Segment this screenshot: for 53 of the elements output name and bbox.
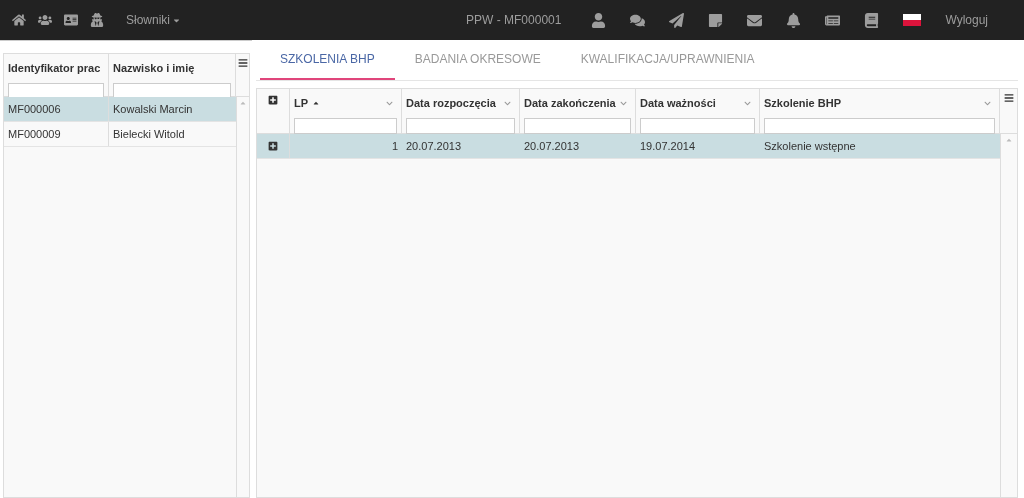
user-icon[interactable] — [591, 12, 607, 28]
column-title: Data zakończenia — [524, 96, 616, 111]
column-header[interactable]: Identyfikator prac — [4, 54, 109, 96]
book-icon[interactable] — [864, 12, 880, 28]
column-title: Szkolenie BHP — [764, 96, 842, 111]
user-label: PPW - MF000001 — [466, 12, 562, 29]
comments-icon[interactable] — [630, 12, 646, 28]
table-cell-text: 1 — [390, 138, 399, 154]
column-title: LP — [294, 96, 309, 111]
column-title: Data rozpoczęcia — [406, 96, 496, 111]
table-cell: MF000006 — [4, 97, 109, 121]
user-secret-icon[interactable] — [90, 13, 104, 27]
filter-field[interactable] — [8, 82, 104, 99]
expand-all-icon[interactable] — [268, 95, 278, 105]
column-header[interactable]: Data rozpoczęcia — [402, 89, 520, 133]
employee-row[interactable]: MF000006 Kowalski Marcin — [4, 97, 236, 122]
logout-link[interactable]: Wyloguj — [945, 11, 988, 29]
column-title: Identyfikator prac — [8, 61, 101, 76]
filter-field[interactable] — [406, 117, 515, 134]
bell-icon[interactable] — [786, 12, 802, 28]
column-header[interactable]: LP — [290, 89, 402, 133]
note-icon[interactable] — [708, 12, 724, 28]
filter-field[interactable] — [294, 117, 397, 134]
table-cell-text: Szkolenie wstępne — [763, 138, 857, 154]
filter-field[interactable] — [640, 117, 755, 134]
menu-icon[interactable] — [1003, 93, 1014, 103]
filter-field[interactable] — [113, 82, 231, 99]
tab[interactable]: SZKOLENIA BHP — [260, 40, 395, 80]
column-title: Data ważności — [640, 96, 716, 111]
filter-field[interactable] — [764, 117, 995, 134]
envelope-icon[interactable] — [747, 12, 763, 28]
table-cell-text: Bielecki Witold — [112, 126, 186, 142]
users-icon[interactable] — [38, 13, 52, 27]
column-title: Nazwisko i imię — [113, 61, 195, 76]
flag-icon[interactable] — [903, 14, 922, 26]
paper-plane-icon[interactable] — [669, 12, 685, 28]
id-card-icon[interactable] — [64, 13, 78, 27]
table-cell-text: 20.07.2013 — [405, 138, 463, 154]
dictionaries-menu[interactable]: Słowniki — [126, 11, 181, 29]
filter-field[interactable] — [524, 117, 631, 134]
column-header[interactable]: Szkolenie BHP — [760, 89, 1000, 133]
training-row[interactable]: 1 20.07.2013 20.07.2013 19.07.2014 Szkolenie wstępne — [257, 134, 1000, 159]
column-header[interactable]: Data ważności — [636, 89, 760, 133]
column-header[interactable]: Nazwisko i imię — [109, 54, 236, 96]
table-cell-text: 19.07.2014 — [639, 138, 697, 154]
home-icon[interactable] — [12, 13, 26, 27]
table-cell-text: Kowalski Marcin — [112, 101, 194, 117]
employee-row[interactable]: MF000009 Bielecki Witold — [4, 122, 236, 147]
table-cell: MF000009 — [4, 122, 109, 146]
column-header[interactable]: Data zakończenia — [520, 89, 636, 133]
expand-icon[interactable] — [268, 141, 278, 151]
menu-icon[interactable] — [237, 58, 248, 68]
table-cell-text: 20.07.2013 — [523, 138, 581, 154]
